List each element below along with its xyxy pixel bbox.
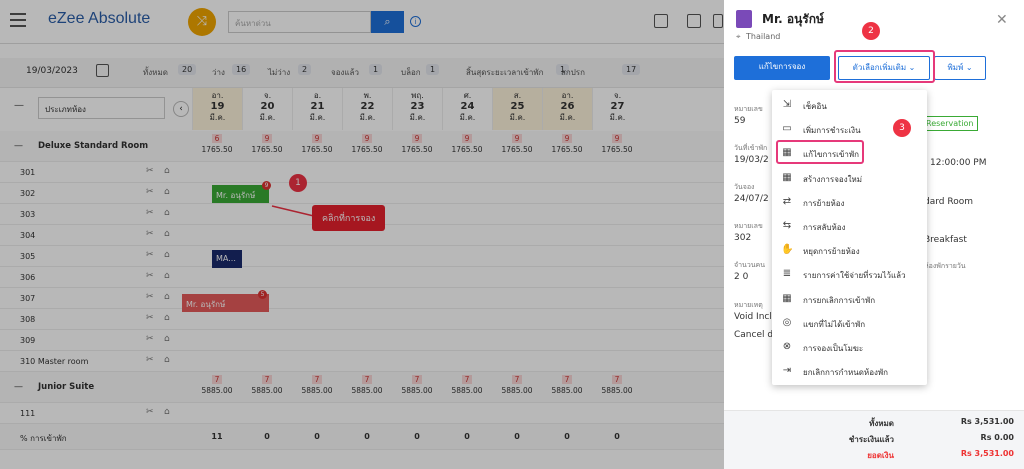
field-value: 2 0 [734, 272, 749, 282]
overlay-scrim[interactable] [0, 0, 724, 469]
menu-item-label: หยุดการย้ายห้อง [803, 247, 860, 257]
field-value: Void Incl [734, 312, 772, 322]
checkin-time: 12:00:00 PM [930, 158, 987, 168]
field-label: จำนวนคน [734, 261, 766, 269]
field-value: 19/03/2 [734, 155, 769, 165]
rate-note: ห้องพักรายวัน [924, 262, 966, 270]
field-label: วันจอง [734, 183, 755, 191]
menu-item[interactable]: ▦ การยกเลิกการเข้าพัก [772, 288, 927, 310]
menu-item[interactable]: ✋ หยุดการย้ายห้อง [772, 239, 927, 261]
menu-item[interactable]: ⇄ การย้ายห้อง [772, 191, 927, 213]
edit-booking-button[interactable]: แก้ไขการจอง [734, 56, 830, 80]
void-icon: ⊗ [782, 341, 792, 352]
field-value: 302 [734, 233, 752, 243]
total-value: Rs 0.00 [980, 433, 1014, 442]
menu-item[interactable]: ◎ แขกที่ไม่ได้เข้าพัก [772, 312, 927, 334]
field-label: หมายเหตุ [734, 301, 763, 309]
totals-section: ทั้งหมด Rs 3,531.00 ชำระเงินแล้ว Rs 0.00 ยอด… [724, 410, 1024, 469]
menu-item-label: เช็คอิน [803, 102, 827, 111]
field-label: หมายเลข [734, 222, 763, 230]
menu-item[interactable]: ▦ สร้างการจองใหม่ [772, 167, 927, 189]
move-room-icon: ⇄ [782, 195, 792, 207]
new-booking-icon: ▦ [782, 171, 792, 183]
menu-item[interactable]: ≣ รายการค่าใช้จ่ายที่รวมไว้แล้ว [772, 263, 927, 285]
field-label: วันที่เข้าพัก [734, 144, 768, 152]
menu-item-label: การย้ายห้อง [803, 198, 845, 208]
menu-item[interactable]: ⊗ การจองเป็นโมฆะ [772, 336, 927, 358]
menu-item-label: ยกเลิกการกำหนดห้องพัก [803, 368, 889, 378]
swap-room-icon: ⇆ [782, 220, 792, 231]
callout-3: 3 [893, 119, 911, 137]
noshow-icon: ◎ [782, 316, 792, 328]
menu-item-label: รายการค่าใช้จ่ายที่รวมไว้แล้ว [803, 271, 906, 281]
location-icon: ⌖ [736, 32, 741, 41]
field-label: หมายเลข [734, 105, 763, 113]
menu-item-label: การจองเป็นโมฆะ [803, 344, 864, 353]
close-icon[interactable]: ✕ [996, 12, 1008, 28]
print-button[interactable]: พิมพ์ ⌄ [934, 56, 986, 80]
menu-item[interactable]: ⇆ การสลับห้อง [772, 215, 927, 237]
menu-item-label: แขกที่ไม่ได้เข้าพัก [803, 319, 866, 329]
reservation-tag: Reservation [921, 116, 979, 131]
menu-item-label: เพิ่มการชำระเงิน [803, 126, 861, 136]
menu-item[interactable]: ⇲ เช็คอิน [772, 94, 927, 116]
total-label: ทั้งหมด [869, 419, 894, 428]
highlight-more-options [834, 50, 935, 83]
payment-icon: ▭ [782, 123, 792, 135]
meal-plan-value: Breakfast [924, 235, 967, 245]
callout-2: 2 [862, 22, 880, 40]
menu-item[interactable]: ⇥ ยกเลิกการกำหนดห้องพัก [772, 360, 927, 382]
menu-item-label: การสลับห้อง [803, 223, 846, 232]
field-value: Cancel d [734, 330, 774, 340]
guest-country: Thailand [746, 32, 781, 41]
checkin-icon: ⇲ [782, 99, 792, 110]
booking-icon [736, 10, 752, 28]
total-value: Rs 3,531.00 [960, 449, 1014, 458]
cancel-stay-icon: ▦ [782, 292, 792, 304]
menu-item-label: การยกเลิกการเข้าพัก [803, 295, 876, 305]
unassign-icon: ⇥ [782, 365, 792, 377]
field-value: 24/07/2 [734, 194, 769, 204]
hand-icon: ✋ [781, 244, 794, 256]
highlight-edit-stay [776, 140, 864, 164]
total-label: ชำระเงินแล้ว [848, 435, 894, 444]
print-label: พิมพ์ [947, 63, 964, 72]
total-value: Rs 3,531.00 [960, 417, 1014, 426]
guest-name: Mr. อนุรักษ์ [762, 12, 824, 26]
total-label: ยอดเงิน [867, 451, 894, 460]
menu-item-label: สร้างการจองใหม่ [803, 174, 863, 184]
field-value: 59 [734, 116, 746, 126]
room-type-value: dard Room [924, 197, 973, 207]
charges-icon: ≣ [782, 268, 792, 280]
